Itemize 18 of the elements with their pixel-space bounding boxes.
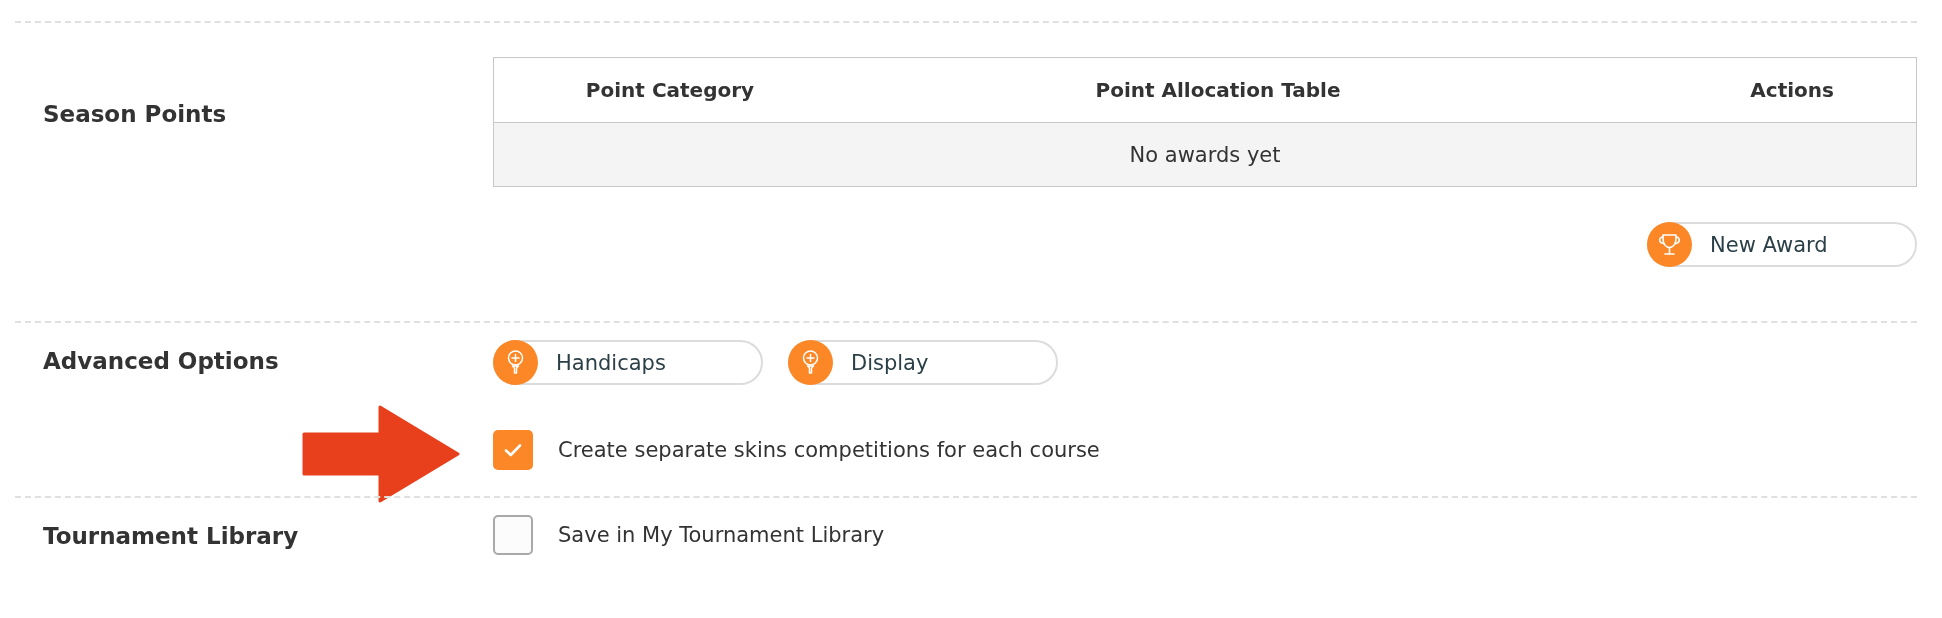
section-label: Season Points [43, 100, 227, 128]
column-header: Point Allocation Table [1095, 78, 1341, 102]
checkbox[interactable] [493, 430, 533, 470]
new-award-button[interactable]: New Award [1647, 222, 1917, 267]
table-cell: No awards yet [494, 123, 1916, 186]
column-header: Actions [1750, 78, 1834, 102]
checkbox-label[interactable]: Create separate skins competitions for each course [558, 437, 1100, 463]
checkbox[interactable] [493, 515, 533, 555]
option-button[interactable]: Handicaps [493, 340, 763, 385]
section-label: Tournament Library [43, 522, 299, 550]
golf-tee-icon [788, 340, 833, 385]
option-button[interactable]: Display [788, 340, 1058, 385]
section-label: Advanced Options [43, 347, 279, 375]
golf-tee-icon [493, 340, 538, 385]
column-header: Point Category [585, 78, 755, 102]
checkbox-label[interactable]: Save in My Tournament Library [558, 522, 885, 548]
check-icon [504, 443, 522, 457]
trophy-icon [1647, 222, 1692, 267]
